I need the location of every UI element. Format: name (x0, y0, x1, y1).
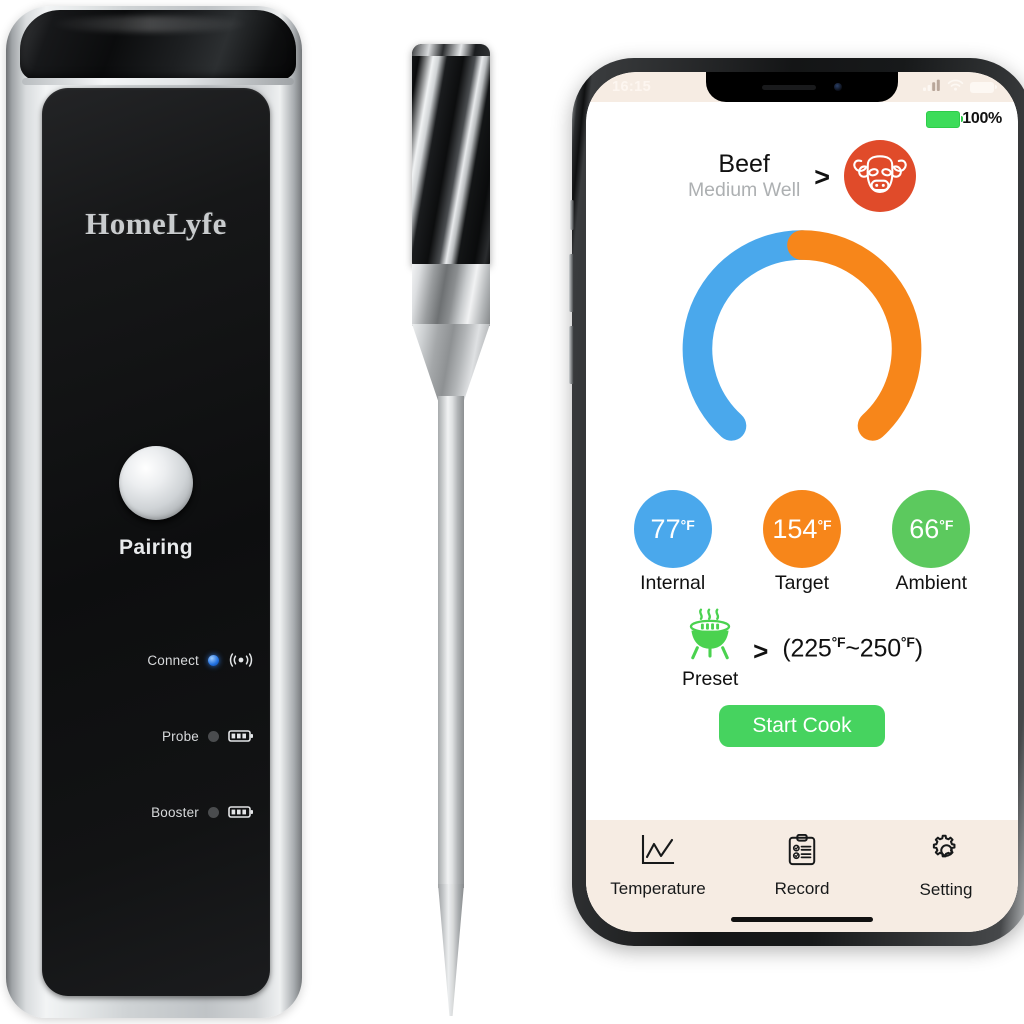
tab-temperature[interactable]: Temperature (586, 834, 730, 899)
range-separator: ~ (845, 634, 860, 663)
booster-led (208, 806, 219, 818)
temperature-internal[interactable]: 77 °F Internal (633, 490, 712, 595)
phone-bezel: 16:15 100% Beef Medium Well > 77 °F Inte… (586, 72, 1018, 932)
temperature-target[interactable]: 154 °F Target (762, 490, 841, 595)
target-label: Target (774, 572, 830, 594)
battery-icon (970, 81, 997, 93)
grill-icon (681, 607, 739, 670)
preset-block: Preset (681, 607, 739, 691)
probe-tip (438, 884, 464, 1016)
target-value: 154 (772, 514, 818, 544)
battery-icon (228, 728, 254, 744)
internal-value: 77 (650, 514, 681, 544)
range-low-unit: °F (831, 634, 846, 651)
clipboard-icon (786, 833, 818, 871)
home-indicator[interactable] (731, 917, 873, 922)
front-camera (834, 83, 842, 91)
indicator-connect: Connect (58, 644, 254, 676)
indicator-probe-label: Probe (161, 728, 199, 744)
status-indicator-list: Connect Probe Booster (58, 644, 254, 872)
pairing-button[interactable] (119, 446, 193, 520)
ambient-unit: °F (939, 517, 954, 533)
range-open: ( (782, 634, 791, 663)
wifi-icon (947, 78, 964, 96)
tab-setting[interactable]: Setting (874, 834, 1018, 900)
food-names: Beef Medium Well (688, 150, 800, 202)
start-cook-row: Start Cook (586, 705, 1018, 747)
range-close: ) (914, 634, 923, 663)
device-battery-label: 100% (962, 110, 1002, 127)
ambient-label: Ambient (895, 572, 968, 594)
preset-selector[interactable]: Preset > (225°F~250°F) (586, 607, 1018, 691)
volume-down-button[interactable] (569, 326, 574, 384)
probe-collar (412, 264, 490, 326)
preset-label: Preset (681, 668, 739, 690)
food-selector[interactable]: Beef Medium Well > (586, 140, 1018, 212)
signal-bars-icon (923, 78, 941, 96)
gauge-target-arc (787, 230, 922, 441)
range-high-unit: °F (900, 634, 915, 651)
wifi-signal-icon (228, 652, 254, 668)
product-scene: HomeLyfe Pairing Connect Probe Booster 1… (0, 0, 1024, 1024)
range-low: 225 (790, 634, 832, 663)
device-battery-icon (926, 110, 964, 128)
ambient-value: 66 (909, 514, 940, 544)
gear-icon (930, 834, 963, 872)
probe-shoulder (412, 324, 490, 402)
tab-record[interactable]: Record (730, 833, 874, 899)
indicator-probe: Probe (58, 720, 254, 752)
target-unit: °F (817, 517, 832, 533)
brand-logo: HomeLyfe (85, 206, 227, 241)
tab-record-label: Record (774, 879, 830, 898)
chevron-right-icon: > (753, 635, 769, 666)
connect-led (208, 654, 219, 666)
battery-icon (228, 804, 254, 820)
internal-label: Internal (640, 572, 706, 594)
pairing-button-label: Pairing (119, 536, 193, 559)
probe-shaft (438, 396, 464, 888)
thermometer-app: 100% Beef Medium Well > 77 °F Internal 1… (586, 102, 1018, 932)
indicator-booster-label: Booster (151, 804, 199, 820)
tab-temperature-label: Temperature (610, 879, 706, 898)
phone-screen: 16:15 100% Beef Medium Well > 77 °F Inte… (586, 72, 1018, 932)
temperature-readouts: 77 °F Internal 154 °F Target 66 °F Ambie… (586, 484, 1018, 595)
meat-probe (400, 44, 510, 1016)
food-doneness: Medium Well (687, 178, 801, 201)
preset-range: (225°F~250°F) (782, 634, 923, 663)
start-cook-button[interactable]: Start Cook (719, 705, 885, 747)
bottom-tab-bar: Temperature Record Setting (586, 820, 1018, 932)
earpiece-speaker (762, 84, 816, 90)
status-bar-time: 16:15 (612, 79, 652, 95)
station-front-panel: HomeLyfe Pairing Connect Probe Booster (42, 88, 270, 996)
range-high: 250 (859, 634, 901, 663)
temperature-gauge (586, 218, 1018, 484)
internal-bubble: 77 °F (633, 490, 712, 568)
phone-notch (706, 72, 898, 102)
line-chart-icon (640, 834, 676, 871)
target-bubble: 154 °F (762, 490, 841, 568)
volume-up-button[interactable] (569, 254, 574, 312)
station-seam (22, 78, 294, 85)
ambient-bubble: 66 °F (892, 490, 971, 568)
station-top-cap (20, 10, 296, 80)
chevron-right-icon: > (814, 161, 831, 192)
status-bar-icons (923, 78, 997, 96)
indicator-booster: Booster (58, 796, 254, 828)
indicator-connect-label: Connect (147, 652, 199, 668)
device-battery-indicator: 100% (586, 102, 1018, 130)
tab-setting-label: Setting (919, 880, 973, 899)
internal-unit: °F (680, 517, 695, 533)
temperature-ambient[interactable]: 66 °F Ambient (892, 490, 971, 595)
gauge-internal-arc (682, 230, 817, 441)
probe-led (208, 730, 219, 742)
silent-switch[interactable] (570, 200, 574, 230)
base-station: HomeLyfe Pairing Connect Probe Booster (6, 6, 302, 1018)
cow-head-icon[interactable] (844, 140, 917, 212)
smartphone: 16:15 100% Beef Medium Well > 77 °F Inte… (569, 58, 1024, 946)
probe-handle (412, 44, 490, 266)
food-name: Beef (718, 149, 770, 178)
